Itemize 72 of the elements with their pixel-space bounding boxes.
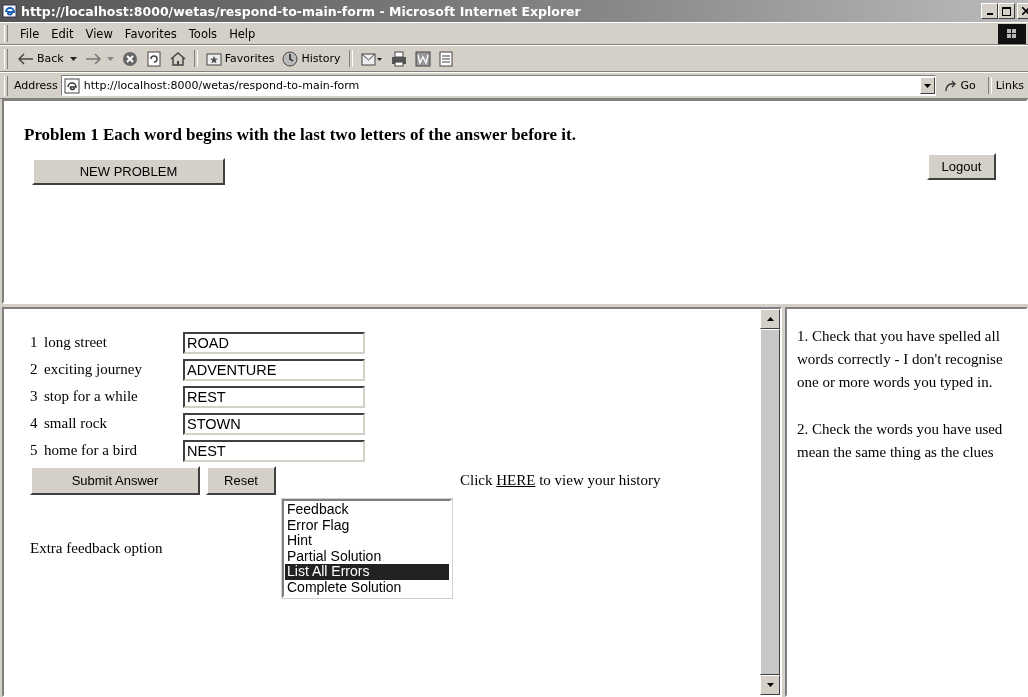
star-folder-icon bbox=[205, 51, 222, 66]
back-button[interactable]: Back bbox=[14, 52, 81, 65]
clue-text: home for a bird bbox=[44, 442, 138, 459]
refresh-icon bbox=[145, 50, 162, 67]
feedback-option[interactable]: Hint bbox=[285, 533, 449, 549]
menu-item[interactable]: Edit bbox=[45, 26, 80, 41]
home-icon bbox=[169, 50, 186, 67]
menu-item[interactable]: Favorites bbox=[118, 26, 183, 41]
menu-item[interactable]: Help bbox=[223, 26, 262, 41]
logout-button[interactable]: Logout bbox=[927, 153, 996, 180]
dropdown-arrow-icon bbox=[924, 83, 932, 88]
clue-number: 2 bbox=[30, 361, 39, 378]
arrow-right-icon bbox=[84, 52, 101, 65]
scroll-down-button[interactable] bbox=[760, 675, 780, 695]
answer-field[interactable]: ADVENTURE bbox=[183, 358, 365, 381]
favorites-button[interactable]: Favorites bbox=[201, 51, 279, 66]
dropdown-arrow-icon bbox=[69, 56, 77, 61]
new-problem-button[interactable]: NEW PROBLEM bbox=[32, 158, 225, 185]
answer-field[interactable]: NEST bbox=[183, 439, 365, 462]
clue-number: 5 bbox=[30, 442, 39, 459]
page-icon bbox=[63, 77, 80, 94]
clue-number: 3 bbox=[30, 388, 39, 405]
arrow-left-icon bbox=[18, 52, 34, 65]
links-button[interactable]: Links bbox=[995, 79, 1028, 92]
feedback-option[interactable]: Partial Solution bbox=[285, 548, 449, 564]
scroll-thumb[interactable] bbox=[760, 329, 780, 675]
address-field[interactable]: http://localhost:8000/wetas/respond-to-main-form bbox=[60, 75, 937, 96]
clue-text: long street bbox=[44, 334, 108, 351]
feedback-option[interactable]: List All Errors bbox=[285, 564, 449, 580]
dropdown-arrow-icon bbox=[106, 56, 114, 61]
history-button[interactable]: History bbox=[278, 50, 345, 67]
browser-icon bbox=[2, 3, 18, 19]
reset-button[interactable]: Reset bbox=[206, 466, 276, 495]
history-sentence: Click HERE to view your history bbox=[460, 472, 661, 489]
word-document-icon bbox=[414, 50, 431, 67]
answer-field[interactable]: REST bbox=[183, 385, 365, 408]
windows-logo-icon bbox=[998, 23, 1026, 44]
here-link[interactable]: HERE bbox=[496, 472, 536, 488]
maximize-button[interactable] bbox=[998, 3, 1015, 19]
feedback-option[interactable]: Complete Solution bbox=[285, 579, 449, 595]
menu-item[interactable]: File bbox=[14, 26, 46, 41]
stop-icon bbox=[121, 50, 138, 67]
printer-icon bbox=[390, 50, 407, 67]
clue-text: small rock bbox=[44, 415, 108, 432]
feedback-listbox[interactable]: Feedback Error Flag Hint Partial Solution List All Errors Complete Solution bbox=[282, 499, 452, 598]
hint-message: 2. Check the words you have used mean the same thing as the clues bbox=[797, 420, 1004, 462]
clock-icon bbox=[282, 50, 299, 67]
minimize-button[interactable] bbox=[981, 3, 998, 19]
answer-field[interactable]: ROAD bbox=[183, 331, 365, 354]
feedback-label: Extra feedback option bbox=[30, 540, 164, 557]
menu-item[interactable]: View bbox=[79, 26, 119, 41]
answer-field[interactable]: STOWN bbox=[183, 412, 365, 435]
clue-text: stop for a while bbox=[44, 388, 139, 405]
page-icon bbox=[438, 50, 453, 67]
feedback-option[interactable]: Feedback bbox=[285, 502, 449, 518]
clue-number: 1 bbox=[30, 334, 39, 351]
close-icon bbox=[1021, 7, 1028, 15]
window-title: http://localhost:8000/wetas/respond-to-main-form - Microsoft Internet Explorer bbox=[21, 3, 582, 19]
mail-icon bbox=[360, 50, 383, 67]
go-button[interactable]: Go bbox=[936, 79, 984, 92]
submit-answer-button[interactable]: Submit Answer bbox=[30, 466, 200, 495]
feedback-option[interactable]: Error Flag bbox=[285, 517, 449, 533]
up-arrow-icon bbox=[766, 317, 774, 321]
dropdown-button[interactable] bbox=[920, 77, 936, 94]
clue-number: 4 bbox=[30, 415, 39, 432]
hint-message: 1. Check that you have spelled all words correctly - I don't recognise one or more words you typed in. bbox=[797, 327, 1004, 392]
scroll-up-button[interactable] bbox=[760, 309, 780, 329]
menu-item[interactable]: Tools bbox=[182, 26, 224, 41]
address-label: Address bbox=[14, 79, 58, 92]
down-arrow-icon bbox=[766, 683, 774, 687]
problem-title: Problem 1 Each word begins with the last two letters of the answer before it. bbox=[24, 125, 576, 145]
clue-text: exciting journey bbox=[44, 361, 143, 378]
